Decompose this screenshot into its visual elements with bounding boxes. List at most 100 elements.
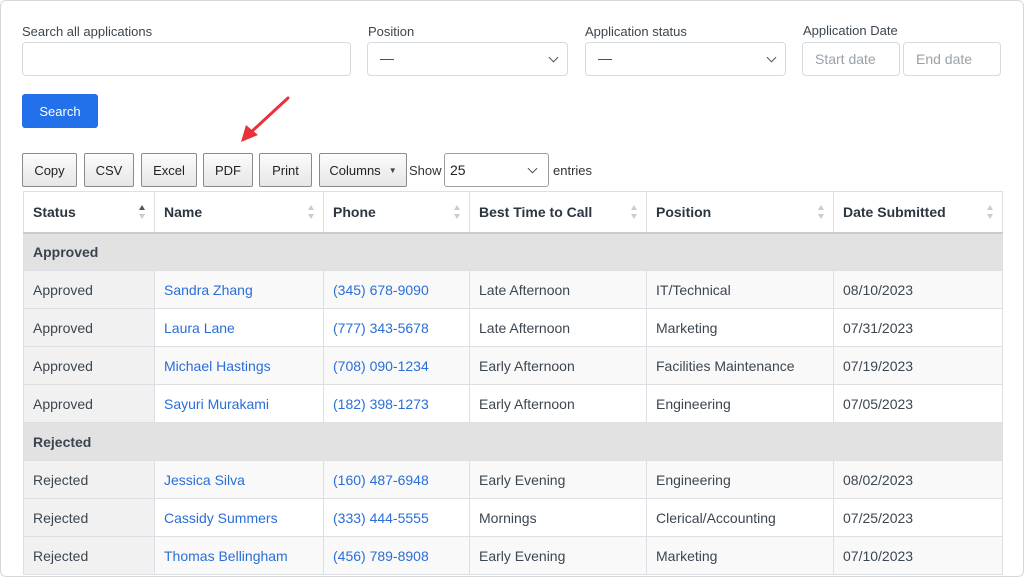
column-header-position[interactable]: Position: [646, 191, 834, 234]
csv-button[interactable]: CSV: [84, 153, 134, 187]
phone-link[interactable]: (182) 398-1273: [333, 396, 429, 412]
table-cell: (345) 678-9090: [323, 270, 470, 309]
phone-link[interactable]: (708) 090-1234: [333, 358, 429, 374]
phone-link[interactable]: (160) 487-6948: [333, 472, 429, 488]
best-time-cell: Late Afternoon: [469, 308, 647, 347]
excel-button[interactable]: Excel: [141, 153, 197, 187]
table-row: Rejected Cassidy Summers (333) 444-5555 Mor…: [23, 498, 1003, 537]
table-cell: Jessica Silva: [154, 460, 324, 499]
caret-down-icon: ▼: [388, 165, 397, 175]
table-row: Rejected Jessica Silva (160) 487-6948 Early…: [23, 460, 1003, 499]
date-submitted-cell: 08/10/2023: [833, 270, 1003, 309]
table-cell: Sayuri Murakami: [154, 384, 324, 423]
phone-link[interactable]: (777) 343-5678: [333, 320, 429, 336]
position-filter-select[interactable]: —: [367, 42, 568, 76]
entries-label: entries: [553, 163, 593, 178]
position-cell: Engineering: [646, 384, 834, 423]
name-link[interactable]: Thomas Bellingham: [164, 548, 288, 564]
column-header-date[interactable]: Date Submitted: [833, 191, 1003, 234]
best-time-cell: Early Afternoon: [469, 384, 647, 423]
status-filter-select[interactable]: —: [585, 42, 786, 76]
chevron-down-icon: [766, 52, 777, 63]
status-cell: Approved: [23, 384, 155, 423]
status-filter-value: —: [598, 50, 612, 66]
status-cell: Approved: [23, 270, 155, 309]
table-cell: (333) 444-5555: [323, 498, 470, 537]
position-cell: Engineering: [646, 460, 834, 499]
table-cell: (777) 343-5678: [323, 308, 470, 347]
group-row: Approved: [23, 232, 1003, 271]
columns-label: Columns: [329, 162, 381, 178]
copy-button[interactable]: Copy: [22, 153, 77, 187]
table-cell: Michael Hastings: [154, 346, 324, 385]
table-cell: Laura Lane: [154, 308, 324, 347]
columns-button[interactable]: Columns ▼: [319, 153, 407, 187]
group-label: Approved: [23, 232, 1003, 271]
date-submitted-cell: 07/25/2023: [833, 498, 1003, 537]
sort-icon: [818, 205, 825, 219]
status-cell: Approved: [23, 308, 155, 347]
column-header-best-time[interactable]: Best Time to Call: [469, 191, 647, 234]
page-frame: Search all applications Position — Appli…: [0, 0, 1024, 577]
start-date-input[interactable]: Start date: [802, 42, 900, 76]
position-cell: Marketing: [646, 308, 834, 347]
entries-value: 25: [450, 162, 466, 178]
end-date-input[interactable]: End date: [903, 42, 1001, 76]
sort-icon: [631, 205, 638, 219]
best-time-cell: Early Afternoon: [469, 346, 647, 385]
sort-ascending-icon: [139, 205, 146, 219]
column-header-phone[interactable]: Phone: [323, 191, 470, 234]
position-cell: IT/Technical: [646, 270, 834, 309]
best-time-cell: Early Evening: [469, 460, 647, 499]
table-cell: (708) 090-1234: [323, 346, 470, 385]
group-row: Rejected: [23, 422, 1003, 461]
name-link[interactable]: Sandra Zhang: [164, 282, 253, 298]
position-cell: Facilities Maintenance: [646, 346, 834, 385]
table-cell: Cassidy Summers: [154, 498, 324, 537]
status-cell: Rejected: [23, 460, 155, 499]
position-filter-label: Position: [368, 24, 415, 39]
chevron-down-icon: [548, 52, 559, 63]
chevron-down-icon: [527, 163, 538, 174]
group-label: Rejected: [23, 422, 1003, 461]
table-row: Approved Sayuri Murakami (182) 398-1273 Ear…: [23, 384, 1003, 423]
table-header-row: Status Name Phone Best Time to Call Posi…: [23, 191, 1003, 234]
phone-link[interactable]: (456) 789-8908: [333, 548, 429, 564]
date-submitted-cell: 07/10/2023: [833, 536, 1003, 575]
name-link[interactable]: Cassidy Summers: [164, 510, 278, 526]
date-submitted-cell: 07/19/2023: [833, 346, 1003, 385]
column-header-name[interactable]: Name: [154, 191, 324, 234]
table-row: Approved Michael Hastings (708) 090-1234 Ea…: [23, 346, 1003, 385]
table-cell: Sandra Zhang: [154, 270, 324, 309]
pdf-button[interactable]: PDF: [203, 153, 253, 187]
phone-link[interactable]: (345) 678-9090: [333, 282, 429, 298]
status-cell: Rejected: [23, 498, 155, 537]
name-link[interactable]: Sayuri Murakami: [164, 396, 269, 412]
entries-per-page-select[interactable]: 25: [444, 153, 549, 187]
name-link[interactable]: Michael Hastings: [164, 358, 271, 374]
name-link[interactable]: Laura Lane: [164, 320, 235, 336]
show-label: Show: [409, 163, 442, 178]
sort-icon: [987, 205, 994, 219]
table-row: Approved Sandra Zhang (345) 678-9090 Late A…: [23, 270, 1003, 309]
position-cell: Marketing: [646, 536, 834, 575]
red-arrow-annotation: [241, 96, 290, 142]
date-filter-label: Application Date: [803, 23, 898, 38]
phone-link[interactable]: (333) 444-5555: [333, 510, 429, 526]
sort-icon: [454, 205, 461, 219]
search-button[interactable]: Search: [22, 94, 98, 128]
status-cell: Approved: [23, 346, 155, 385]
date-submitted-cell: 07/31/2023: [833, 308, 1003, 347]
applications-table: Status Name Phone Best Time to Call Posi…: [23, 191, 1003, 575]
print-button[interactable]: Print: [259, 153, 312, 187]
best-time-cell: Early Evening: [469, 536, 647, 575]
sort-icon: [308, 205, 315, 219]
best-time-cell: Mornings: [469, 498, 647, 537]
status-filter-label: Application status: [585, 24, 687, 39]
column-header-status[interactable]: Status: [23, 191, 155, 234]
search-all-label: Search all applications: [22, 24, 153, 39]
position-cell: Clerical/Accounting: [646, 498, 834, 537]
table-row: Rejected Thomas Bellingham (456) 789-8908 E…: [23, 536, 1003, 575]
name-link[interactable]: Jessica Silva: [164, 472, 245, 488]
search-all-input[interactable]: [22, 42, 351, 76]
